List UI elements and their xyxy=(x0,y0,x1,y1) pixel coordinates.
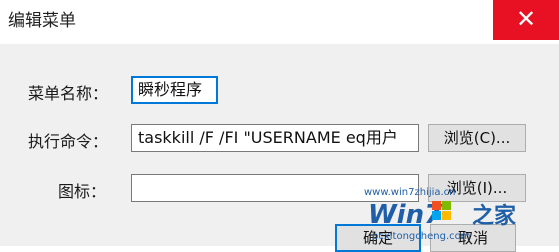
watermark-brand: Win7 xyxy=(368,200,443,230)
close-button[interactable]: ✕ xyxy=(493,0,559,40)
window-title: 编辑菜单 xyxy=(8,11,76,31)
icon-label: 图标： xyxy=(58,182,107,201)
watermark: www.win7zhijia.cn Win7 之家 pcxitongcheng.… xyxy=(362,185,558,245)
menu-name-input[interactable]: 瞬秒程序 xyxy=(131,76,218,104)
watermark-url-2: pcxitongcheng.com xyxy=(372,231,470,242)
command-label: 执行命令： xyxy=(28,132,109,151)
close-icon: ✕ xyxy=(515,5,537,33)
browse-command-button[interactable]: 浏览(C)... xyxy=(428,124,526,152)
watermark-logo: www.win7zhijia.cn Win7 之家 pcxitongcheng.… xyxy=(364,187,517,242)
watermark-url: www.win7zhijia.cn xyxy=(364,187,456,198)
watermark-cn: 之家 xyxy=(472,203,517,229)
command-input[interactable]: taskkill /F /FI "USERNAME eq用户 xyxy=(131,124,419,152)
menu-name-label: 菜单名称： xyxy=(28,84,109,103)
title-bar: 编辑菜单 ✕ xyxy=(0,0,559,44)
